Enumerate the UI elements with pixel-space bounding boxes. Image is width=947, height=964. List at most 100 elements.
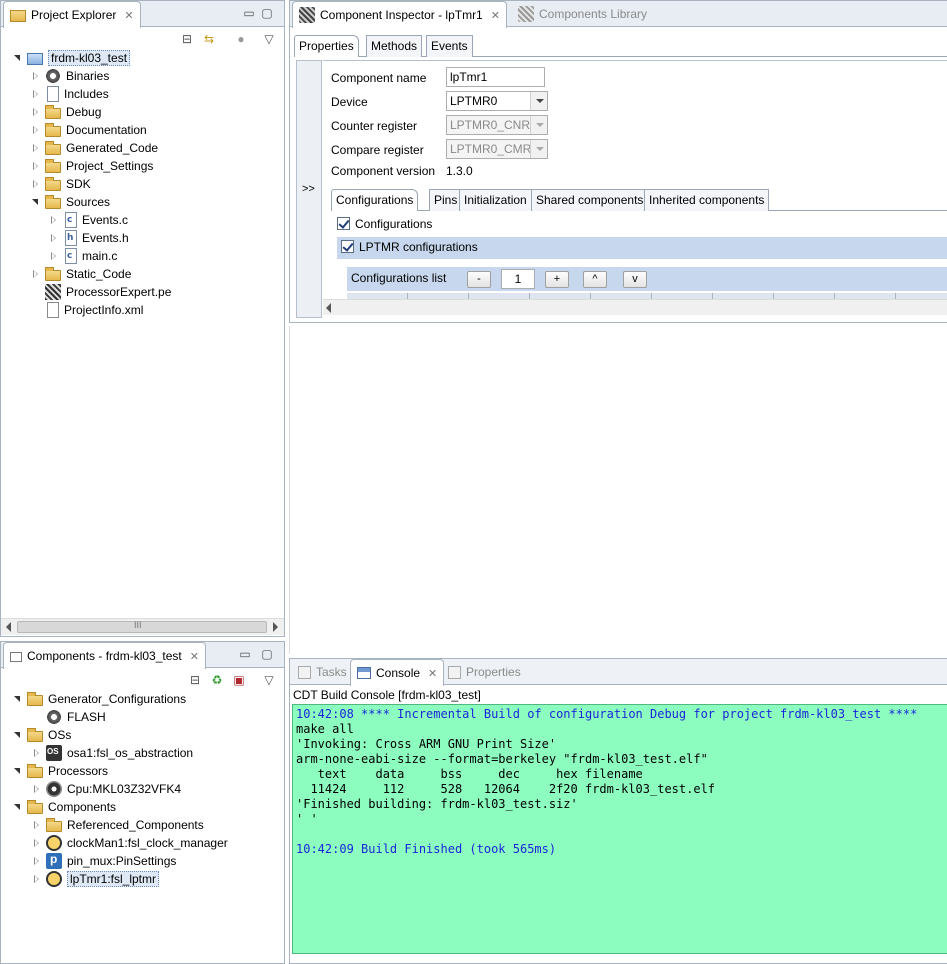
collapsed-arrow-icon[interactable] (31, 107, 41, 117)
move-down-button[interactable]: v (623, 271, 647, 288)
maximize-icon[interactable]: ▢ (259, 5, 275, 21)
close-icon[interactable]: ✕ (491, 9, 500, 22)
scroll-right-icon[interactable] (273, 622, 278, 632)
scroll-left-icon[interactable] (6, 622, 11, 632)
export-icon[interactable]: ▣ (231, 672, 247, 688)
config-count-field[interactable]: 1 (501, 269, 535, 289)
tree-item[interactable]: Referenced_Components (32, 816, 204, 834)
minimize-icon[interactable]: ▭ (241, 5, 257, 21)
scroll-left-icon[interactable] (326, 303, 331, 313)
tab-properties-view[interactable]: Properties (442, 659, 527, 685)
tree-item[interactable]: Documentation (31, 121, 147, 139)
link-with-editor-icon[interactable]: ⇆ (201, 31, 217, 47)
collapsed-arrow-icon[interactable] (32, 874, 42, 884)
tab-properties[interactable]: Properties (294, 35, 359, 57)
tree-item[interactable]: frdm-kl03_test (13, 49, 131, 67)
collapsed-arrow-icon[interactable] (49, 251, 59, 261)
tree-item[interactable]: lpTmr1:fsl_lptmr (32, 870, 160, 888)
collapsed-arrow-icon[interactable] (32, 838, 42, 848)
tree-item[interactable]: Project_Settings (31, 157, 153, 175)
move-up-button[interactable]: ^ (583, 271, 607, 288)
expanded-arrow-icon[interactable] (13, 766, 23, 776)
collapsed-arrow-icon[interactable] (32, 748, 42, 758)
tree-item[interactable]: FLASH (32, 708, 106, 726)
tree-item[interactable]: ProjectInfo.xml (31, 301, 143, 319)
project-explorer-hscrollbar[interactable]: III (1, 618, 284, 635)
inspector-hscrollbar[interactable] (323, 299, 947, 315)
collapsed-arrow-icon[interactable] (31, 179, 41, 189)
tab-components[interactable]: Components - frdm-kl03_test ✕ (3, 642, 206, 669)
close-icon[interactable]: ✕ (124, 9, 133, 22)
view-menu-icon[interactable]: ▽ (261, 31, 277, 47)
tab-shared-components[interactable]: Shared components (531, 189, 649, 211)
tab-project-explorer[interactable]: Project Explorer ✕ (3, 1, 141, 28)
tab-methods[interactable]: Methods (366, 35, 423, 57)
tree-item[interactable]: Binaries (31, 67, 109, 85)
console-output[interactable]: 10:42:08 **** Incremental Build of confi… (292, 704, 947, 954)
tree-item[interactable]: Generated_Code (31, 139, 158, 157)
tree-item[interactable]: Processors (13, 762, 108, 780)
tab-console[interactable]: Console ✕ (350, 659, 445, 686)
device-select[interactable]: LPTMR0 (446, 91, 548, 111)
chevron-down-icon[interactable] (530, 92, 547, 110)
add-config-button[interactable]: + (545, 271, 569, 288)
generate-code-icon[interactable]: ♻ (209, 672, 225, 688)
collapsed-arrow-icon[interactable] (49, 233, 59, 243)
configurations-checkbox-row[interactable]: Configurations (337, 217, 432, 231)
tree-item[interactable]: pin_mux:PinSettings (32, 852, 176, 870)
tree-item[interactable]: c Events.c (49, 211, 128, 229)
collapsed-arrow-icon[interactable] (31, 161, 41, 171)
tree-item[interactable]: Cpu:MKL03Z32VFK4 (32, 780, 181, 798)
tree-item[interactable]: OSs (13, 726, 71, 744)
tree-item[interactable]: clockMan1:fsl_clock_manager (32, 834, 228, 852)
collapse-all-icon[interactable]: ⊟ (179, 31, 195, 47)
tree-item[interactable]: SDK (31, 175, 91, 193)
tree-item[interactable]: Includes (31, 85, 109, 103)
maximize-icon[interactable]: ▢ (259, 646, 275, 662)
collapsed-arrow-icon[interactable] (32, 856, 42, 866)
expanded-arrow-icon[interactable] (13, 53, 23, 63)
collapsed-arrow-icon[interactable] (49, 215, 59, 225)
view-menu-icon[interactable]: ▽ (261, 672, 277, 688)
collapsed-arrow-icon[interactable] (32, 784, 42, 794)
lptmr-configurations-checkbox[interactable] (341, 240, 354, 253)
tab-initialization[interactable]: Initialization (459, 189, 532, 211)
tree-item[interactable]: Components (13, 798, 116, 816)
tab-pins[interactable]: Pins (429, 189, 463, 211)
tree-item[interactable]: Sources (31, 193, 110, 211)
tab-components-library[interactable]: Components Library (512, 1, 653, 27)
close-icon[interactable]: ✕ (428, 667, 437, 680)
tree-item[interactable]: Debug (31, 103, 101, 121)
tree-item[interactable]: c main.c (49, 247, 117, 265)
expanded-arrow-icon[interactable] (13, 694, 23, 704)
tree-item[interactable]: h Events.h (49, 229, 129, 247)
tab-tasks[interactable]: Tasks (292, 659, 353, 685)
expand-column[interactable]: >> (296, 60, 322, 318)
tree-item[interactable]: osa1:fsl_os_abstraction (32, 744, 193, 762)
collapsed-arrow-icon[interactable] (31, 89, 41, 99)
tree-item[interactable]: Static_Code (31, 265, 131, 283)
configurations-checkbox[interactable] (337, 217, 350, 230)
tree-item[interactable]: Generator_Configurations (13, 690, 186, 708)
lptmr-configurations-header[interactable]: LPTMR configurations (337, 237, 947, 259)
minimize-icon[interactable]: ▭ (237, 646, 253, 662)
tab-inherited-components[interactable]: Inherited components (644, 189, 770, 211)
collapsed-arrow-icon[interactable] (31, 125, 41, 135)
collapse-all-icon[interactable]: ⊟ (187, 672, 203, 688)
collapsed-arrow-icon[interactable] (31, 71, 41, 81)
tab-events[interactable]: Events (426, 35, 473, 57)
tree-item[interactable]: ProcessorExpert.pe (31, 283, 171, 301)
expanded-arrow-icon[interactable] (13, 730, 23, 740)
expanded-arrow-icon[interactable] (31, 197, 41, 207)
collapsed-arrow-icon[interactable] (32, 820, 42, 830)
close-icon[interactable]: ✕ (190, 650, 199, 663)
collapsed-arrow-icon[interactable] (31, 143, 41, 153)
filter-icon[interactable]: ● (233, 31, 249, 47)
component-name-input[interactable]: lpTmr1 (446, 67, 545, 87)
collapsed-arrow-icon[interactable] (31, 269, 41, 279)
tab-component-inspector[interactable]: Component Inspector - lpTmr1 ✕ (292, 1, 507, 28)
remove-config-button[interactable]: - (467, 271, 491, 288)
expanded-arrow-icon[interactable] (13, 802, 23, 812)
scroll-thumb[interactable]: III (17, 620, 267, 633)
tab-configurations[interactable]: Configurations (331, 189, 419, 211)
